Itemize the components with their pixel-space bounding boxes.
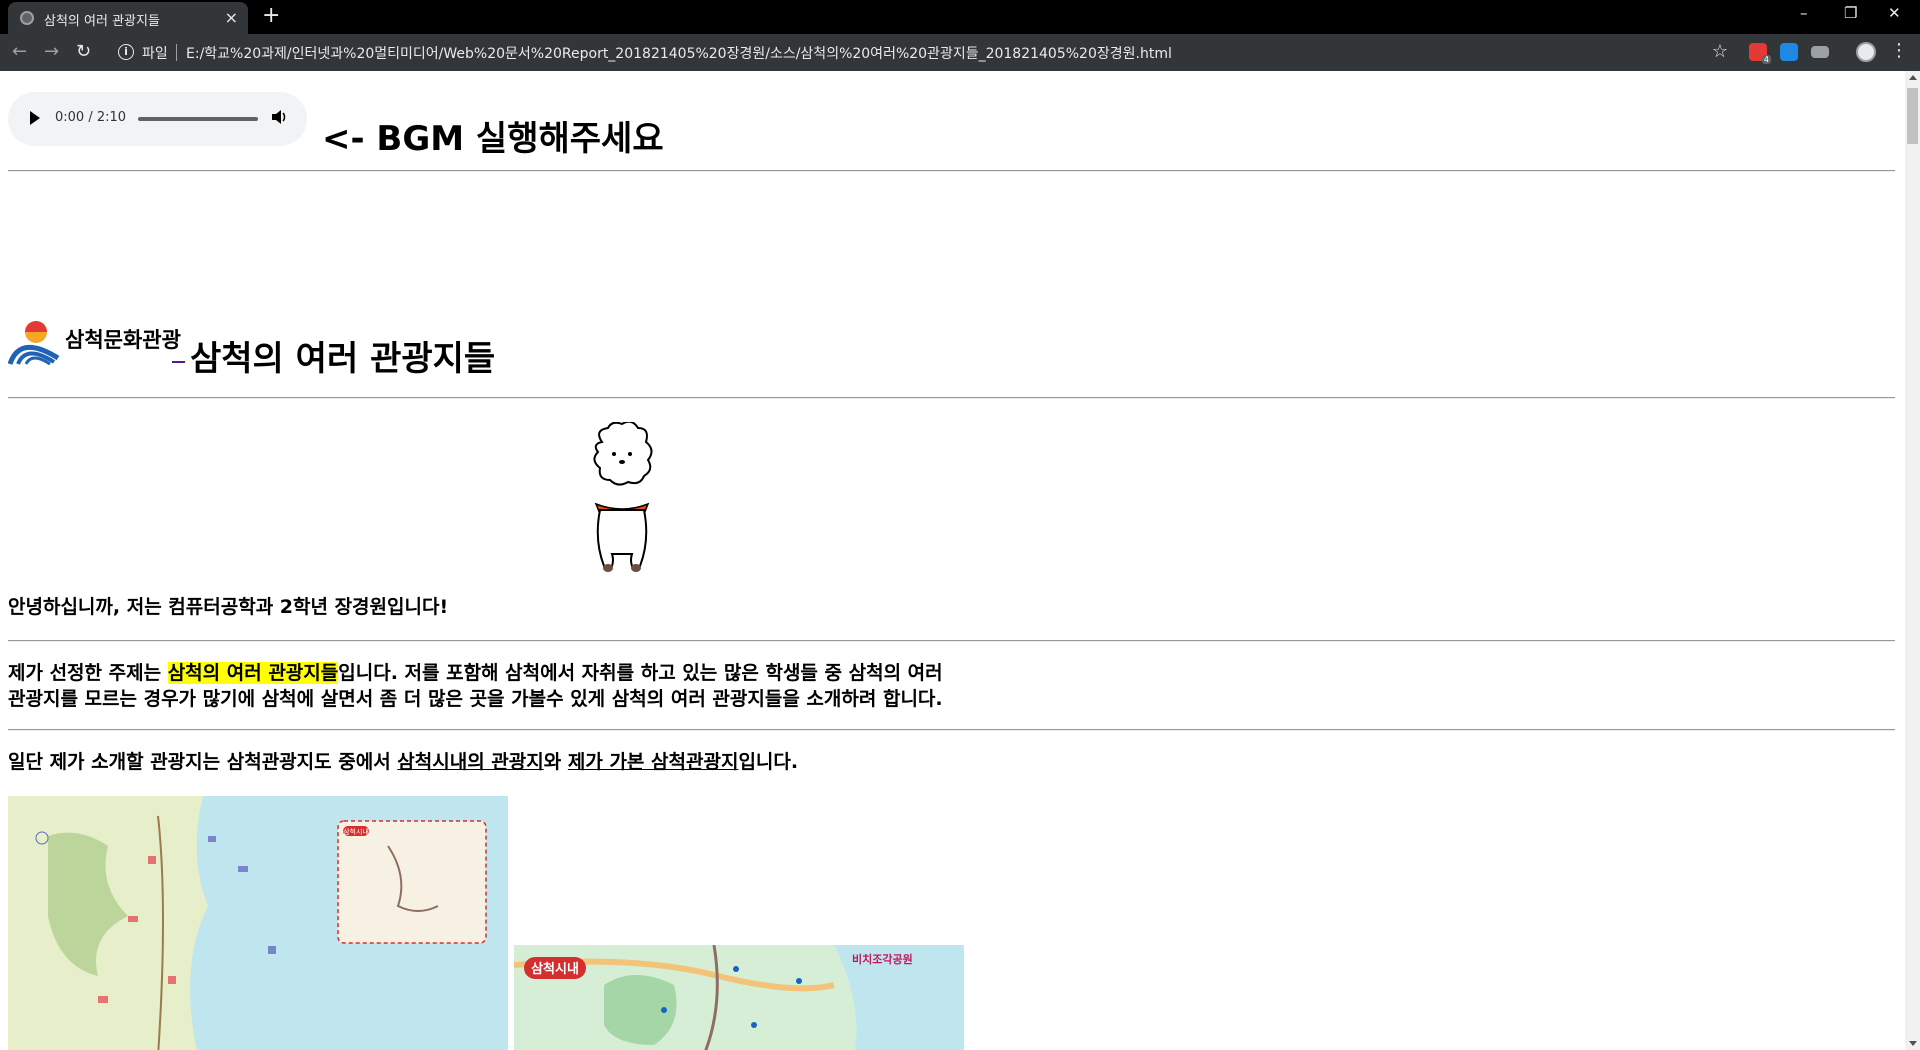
divider	[8, 170, 1895, 172]
omnibox-divider	[176, 44, 177, 61]
sun-wave-logo-icon	[7, 321, 60, 366]
browser-toolbar: ← → ↻ i 파일 E:/학교%20과제/인터넷과%20멀티미디어/Web%2…	[0, 34, 1920, 71]
volume-icon[interactable]	[270, 108, 288, 130]
divider	[8, 729, 1895, 731]
scroll-up-icon[interactable]	[1909, 75, 1917, 80]
ext-gray-icon[interactable]	[1811, 46, 1829, 58]
overview-paragraph: 일단 제가 소개할 관광지는 삼척관광지도 중에서 삼척시내의 관광지와 제가 …	[8, 749, 798, 775]
address-bar[interactable]: i 파일 E:/학교%20과제/인터넷과%20멀티미디어/Web%20문서%20…	[108, 38, 1728, 67]
globe-icon	[20, 11, 34, 25]
audio-time: 0:00 / 2:10	[55, 110, 127, 125]
scroll-down-icon[interactable]	[1909, 1041, 1917, 1046]
samcheok-culture-tourism-logo[interactable]: 삼척문화관광	[7, 318, 181, 368]
close-window-button[interactable]: ✕	[1888, 4, 1901, 22]
downtown-sights-link[interactable]: 삼척시내의 관광지	[397, 751, 543, 773]
back-button[interactable]: ←	[12, 41, 27, 62]
tab-bar: 삼척의 여러 관광지들 × + – ❐ ✕	[0, 0, 1920, 34]
ext-badge: 4	[1761, 55, 1771, 64]
url-text[interactable]: E:/학교%20과제/인터넷과%20멀티미디어/Web%20문서%20Repor…	[186, 43, 1172, 63]
visited-sights-link[interactable]: 제가 가본 삼척관광지	[568, 751, 739, 773]
audio-player[interactable]: 0:00 / 2:10	[8, 92, 307, 146]
link-underline	[172, 361, 185, 363]
intro-text: 관광지를 모르는 경우가 많기에 삼척에 살면서 좀 더 많은 곳을 가볼수 있…	[8, 688, 943, 710]
tab-title: 삼척의 여러 관광지들	[44, 14, 160, 29]
minimize-button[interactable]: –	[1800, 4, 1808, 22]
info-icon[interactable]: i	[118, 44, 134, 60]
scheme-label: 파일	[142, 46, 168, 62]
downtown-badge-label: 삼척시내	[531, 961, 579, 977]
active-tab[interactable]: 삼척의 여러 관광지들 ×	[8, 2, 248, 34]
downtown-map-illustration: 삼척시내 비치조각공원	[514, 945, 964, 1050]
map-illustration: 삼척시내	[8, 796, 487, 1050]
profile-avatar[interactable]	[1856, 42, 1876, 62]
page-viewport: 0:00 / 2:10 <- BGM 실행해주세요 삼척문화관광 삼척의 여러 …	[0, 71, 1905, 1050]
play-icon[interactable]	[30, 111, 40, 125]
menu-icon[interactable]: ⋮	[1890, 40, 1908, 61]
divider	[8, 397, 1895, 399]
greeting-text: 안녕하십니까, 저는 컴퓨터공학과 2학년 장경원입니다!	[8, 596, 449, 618]
samcheok-downtown-map-image[interactable]: 삼척시내 비치조각공원	[514, 945, 964, 1050]
alpaca-character-image	[593, 422, 653, 572]
ext-red-icon[interactable]: 4	[1749, 43, 1771, 64]
logo-text: 삼척문화관광	[65, 328, 181, 352]
scroll-thumb[interactable]	[1907, 88, 1918, 144]
ext-blue-icon[interactable]	[1780, 43, 1798, 61]
intro-text: 입니다. 저를 포함해 삼척에서 자취를 하고 있는 많은 학생들 중 삼척의 …	[338, 662, 943, 684]
page-scrollbar[interactable]	[1905, 71, 1920, 1050]
intro-paragraph: 제가 선정한 주제는 삼척의 여러 관광지들입니다. 저를 포함해 삼척에서 자…	[8, 660, 943, 712]
bgm-heading: <- BGM 실행해주세요	[322, 119, 664, 159]
samcheok-tourist-map-image[interactable]: 삼척시내	[8, 796, 508, 1050]
overview-text: 와	[543, 751, 568, 773]
topic-highlight: 삼척의 여러 관광지들	[167, 662, 339, 684]
bookmark-star-icon[interactable]: ☆	[1712, 41, 1728, 62]
map-inset-label: 삼척시내	[343, 827, 369, 836]
page-title: 삼척의 여러 관광지들	[190, 339, 496, 379]
intro-text: 제가 선정한 주제는	[8, 662, 168, 684]
overview-text: 입니다.	[738, 751, 799, 773]
forward-button[interactable]: →	[44, 41, 59, 62]
reload-button[interactable]: ↻	[76, 41, 91, 62]
new-tab-button[interactable]: +	[262, 3, 280, 28]
audio-seek-bar[interactable]	[138, 117, 258, 121]
beach-sculpture-park-label: 비치조각공원	[852, 952, 913, 966]
close-tab-button[interactable]: ×	[225, 8, 238, 27]
divider	[8, 640, 1895, 642]
restore-button[interactable]: ❐	[1844, 4, 1857, 22]
overview-text: 일단 제가 소개할 관광지는 삼척관광지도 중에서	[8, 751, 398, 773]
